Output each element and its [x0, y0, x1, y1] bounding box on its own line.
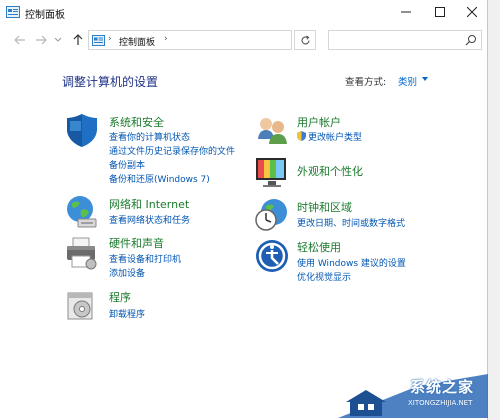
link-view-computer-status[interactable]: 查看你的计算机状态	[109, 130, 190, 143]
search-input[interactable]	[328, 30, 482, 50]
link-uninstall-program[interactable]: 卸载程序	[109, 307, 145, 320]
printer-icon[interactable]	[64, 235, 100, 271]
breadcrumb-separator-2[interactable]: ›	[164, 34, 168, 44]
address-bar[interactable]: › 控制面板 ›	[88, 30, 371, 50]
link-devices-printers[interactable]: 查看设备和打印机	[109, 252, 181, 265]
category-title-hardware-sound[interactable]: 硬件和声音	[109, 235, 164, 251]
category-title-network-internet[interactable]: 网络和 Internet	[109, 196, 189, 212]
forward-button[interactable]	[33, 32, 49, 48]
view-by-arrow-icon[interactable]	[422, 77, 428, 81]
window-title: 控制面板	[25, 10, 65, 21]
link-change-date-time[interactable]: 更改日期、时间或数字格式	[297, 216, 405, 229]
breadcrumb-separator[interactable]: ›	[108, 34, 112, 44]
page-title: 调整计算机的设置	[62, 75, 159, 89]
link-add-device[interactable]: 添加设备	[109, 266, 145, 279]
link-change-account-type[interactable]: 更改帐户类型	[308, 130, 362, 143]
arrow-right-icon	[36, 35, 47, 45]
programs-icon[interactable]	[64, 287, 100, 323]
close-button[interactable]	[456, 0, 488, 24]
minimize-icon	[401, 11, 411, 13]
back-button[interactable]	[12, 32, 28, 48]
category-title-user-accounts[interactable]: 用户帐户	[297, 114, 341, 130]
close-icon	[467, 7, 477, 17]
watermark-url: XITONGZHIJIA.NET	[408, 399, 473, 407]
title-bar: 控制面板	[0, 0, 488, 26]
navigation-bar: › 控制面板 ›	[0, 26, 488, 54]
link-optimize-visual-display[interactable]: 优化视觉显示	[297, 270, 351, 283]
appearance-monitor-icon[interactable]	[254, 154, 290, 190]
link-file-history[interactable]: 通过文件历史记录保存你的文件	[109, 144, 235, 157]
maximize-icon	[435, 7, 445, 17]
clock-region-icon[interactable]	[254, 196, 290, 232]
user-accounts-icon[interactable]	[254, 113, 290, 149]
arrow-left-icon	[14, 35, 25, 45]
link-view-network-status[interactable]: 查看网络状态和任务	[109, 213, 190, 226]
chevron-down-icon	[54, 37, 62, 42]
control-panel-app-icon	[6, 6, 20, 18]
control-panel-window: 控制面板 › 控制面板 › 调整计算机的设置 查看方式: 类别 系统和安全 查看…	[0, 0, 488, 420]
shield-icon[interactable]	[64, 112, 100, 148]
ease-of-access-icon[interactable]	[254, 238, 290, 274]
arrow-up-icon	[73, 34, 83, 45]
search-icon	[465, 35, 476, 46]
category-title-system-security[interactable]: 系统和安全	[109, 114, 164, 130]
recent-locations-button[interactable]	[52, 32, 64, 48]
category-title-clock-region[interactable]: 时钟和区域	[297, 199, 352, 215]
refresh-icon	[301, 35, 309, 44]
category-title-ease-of-access[interactable]: 轻松使用	[297, 239, 341, 255]
watermark-text: 系统之家	[410, 378, 475, 396]
refresh-button[interactable]	[294, 30, 316, 50]
control-panel-icon	[92, 35, 105, 46]
desktop-background	[488, 0, 500, 420]
view-by-label: 查看方式:	[345, 77, 387, 88]
breadcrumb-control-panel[interactable]: 控制面板	[119, 35, 155, 48]
uac-shield-icon	[297, 131, 306, 141]
network-globe-icon[interactable]	[64, 193, 100, 229]
link-backup-restore[interactable]: 备份和还原(Windows 7)	[109, 172, 210, 185]
link-backup-copy[interactable]: 备份副本	[109, 158, 145, 171]
category-title-appearance[interactable]: 外观和个性化	[297, 163, 363, 179]
link-windows-recommended-settings[interactable]: 使用 Windows 建议的设置	[297, 256, 406, 269]
minimize-button[interactable]	[390, 0, 422, 24]
maximize-button[interactable]	[424, 0, 456, 24]
up-button[interactable]	[70, 32, 86, 48]
category-title-programs[interactable]: 程序	[109, 289, 131, 305]
view-by-dropdown[interactable]: 类别	[398, 74, 417, 88]
